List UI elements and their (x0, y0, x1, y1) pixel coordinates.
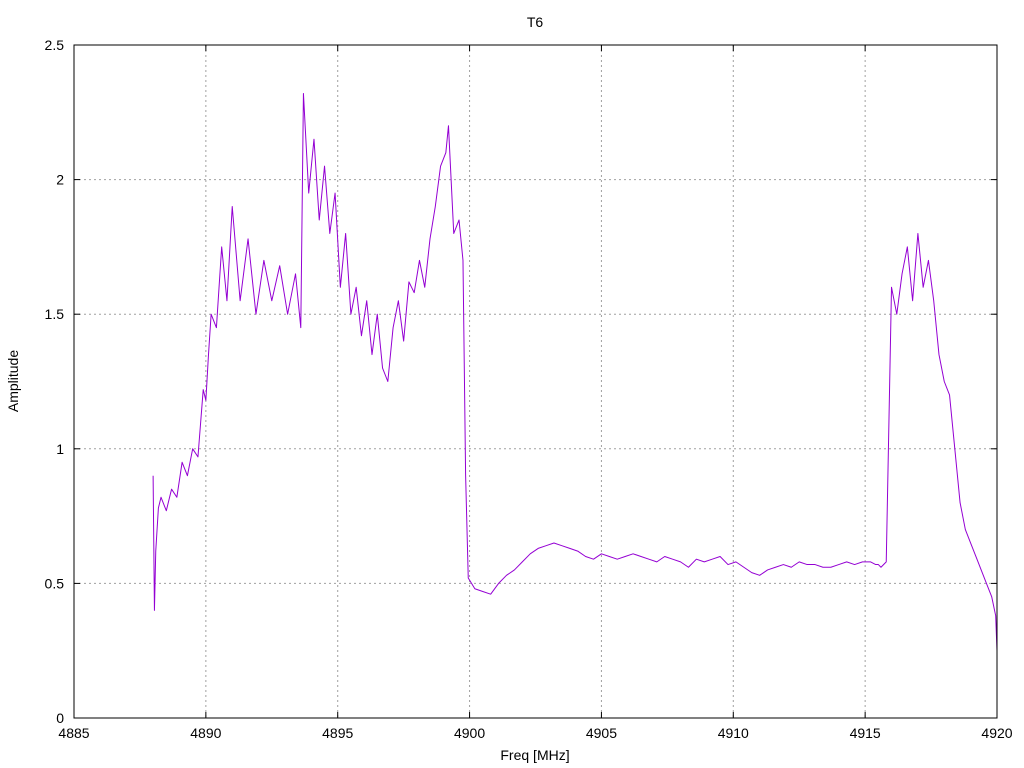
grid-lines (74, 45, 997, 718)
y-tick-label: 0.5 (45, 575, 65, 591)
y-tick-label: 1 (56, 441, 64, 457)
x-tick-label: 4895 (322, 725, 353, 741)
y-tick-label: 2 (56, 172, 64, 188)
x-tick-label: 4900 (454, 725, 485, 741)
y-axis-label: Amplitude (5, 350, 21, 412)
x-tick-label: 4915 (850, 725, 881, 741)
y-tick-labels: 0 0.5 1 1.5 2 2.5 (45, 37, 65, 726)
x-tick-label: 4885 (58, 725, 89, 741)
axis-ticks (73, 44, 998, 719)
series-line (152, 92, 998, 651)
x-tick-label: 4910 (718, 725, 749, 741)
chart-container: T6 4885 4890 4895 4900 4905 4910 4915 4920 0 0.5… (0, 0, 1024, 768)
x-tick-labels: 4885 4890 4895 4900 4905 4910 4915 4920 (58, 725, 1012, 741)
y-tick-label: 1.5 (45, 306, 65, 322)
chart-svg: T6 4885 4890 4895 4900 4905 4910 4915 4920 0 0.5… (5, 14, 1013, 763)
series-layer (152, 92, 998, 651)
plot-frame (73, 44, 998, 719)
y-tick-label: 0 (56, 710, 64, 726)
x-tick-label: 4890 (190, 725, 221, 741)
chart-title: T6 (527, 14, 544, 30)
y-tick-label: 2.5 (45, 37, 65, 53)
x-tick-label: 4920 (981, 725, 1012, 741)
x-tick-label: 4905 (586, 725, 617, 741)
x-axis-label: Freq [MHz] (500, 747, 569, 763)
